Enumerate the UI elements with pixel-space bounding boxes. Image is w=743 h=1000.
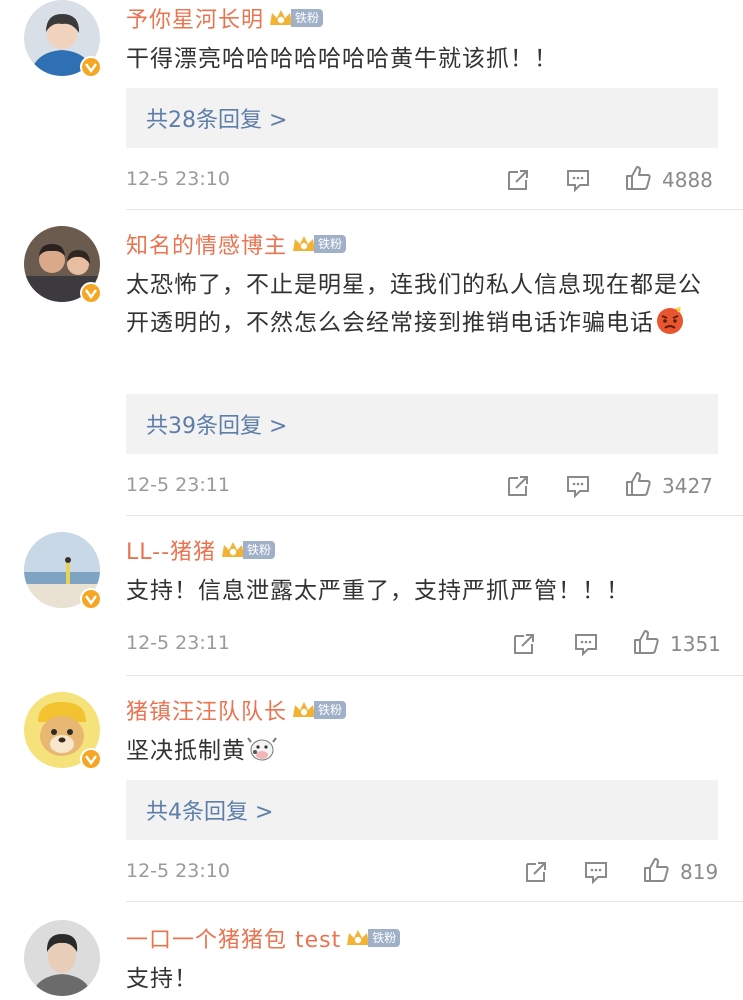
comment-icon — [567, 170, 589, 193]
comment-button[interactable] — [582, 858, 610, 886]
timestamp: 12-5 23:11 — [126, 632, 230, 654]
share-button[interactable] — [510, 630, 538, 658]
divider — [126, 901, 743, 902]
comment-text: 支持！ — [126, 966, 198, 992]
fan-badge-label: 铁粉 — [291, 9, 324, 27]
timestamp: 12-5 23:10 — [126, 168, 230, 190]
username[interactable]: LL--猪猪 — [126, 534, 216, 566]
fan-badge-label: 铁粉 — [243, 541, 276, 559]
comment-text: 支持！信息泄露太严重了，支持严抓严管！！！ — [126, 578, 630, 604]
username[interactable]: 猪镇汪汪队队长 — [126, 694, 287, 726]
like-count: 4888 — [662, 168, 713, 192]
fan-badge: 铁粉 — [268, 7, 324, 29]
view-replies-button[interactable]: 共39条回复 > — [126, 394, 718, 454]
share-button[interactable] — [504, 166, 532, 194]
timestamp: 12-5 23:10 — [126, 860, 230, 882]
verified-badge-icon — [80, 56, 102, 78]
comment-text-body: 坚决抵制黄 — [126, 738, 246, 764]
comment-icon — [575, 634, 597, 657]
like-count: 3427 — [662, 474, 713, 498]
like-count: 819 — [680, 860, 719, 884]
comment-icon — [585, 862, 607, 885]
fan-badge-label: 铁粉 — [368, 929, 401, 947]
thumbs-up-icon — [644, 858, 669, 882]
comment-text: 坚决抵制黄 — [126, 732, 716, 770]
share-icon — [508, 476, 528, 496]
verified-badge-icon — [80, 748, 102, 770]
thumbs-up-icon — [626, 166, 651, 190]
comment-text: 干得漂亮哈哈哈哈哈哈哈黄牛就该抓！！ — [126, 46, 558, 72]
cow-emoji-icon — [246, 732, 278, 764]
comment-button[interactable] — [564, 472, 592, 500]
share-icon — [526, 862, 546, 882]
divider — [126, 515, 743, 516]
username[interactable]: 予你星河长明 — [126, 2, 264, 34]
avatar[interactable] — [24, 920, 100, 996]
fan-badge: 铁粉 — [291, 233, 347, 255]
fan-badge-label: 铁粉 — [314, 701, 347, 719]
view-replies-button[interactable]: 共28条回复 > — [126, 88, 718, 148]
comment-button[interactable] — [572, 630, 600, 658]
like-button[interactable] — [642, 856, 670, 884]
comment-item: LL--猪猪 铁粉 支持！信息泄露太严重了，支持严抓严管！！！ 12-5 23:… — [0, 532, 743, 676]
verified-badge-icon — [80, 282, 102, 304]
comment-text: 太恐怖了，不止是明星，连我们的私人信息现在都是公开透明的，不然怎么会经常接到推销… — [126, 266, 716, 342]
like-count: 1351 — [670, 632, 721, 656]
comment-item: 知名的情感博主 铁粉 太恐怖了，不止是明星，连我们的私人信息现在都是公开透明的，… — [0, 226, 743, 516]
fan-badge: 铁粉 — [291, 699, 347, 721]
view-replies-button[interactable]: 共4条回复 > — [126, 780, 718, 840]
share-button[interactable] — [522, 858, 550, 886]
comment-button[interactable] — [564, 166, 592, 194]
share-button[interactable] — [504, 472, 532, 500]
username[interactable]: 一口一个猪猪包 test — [126, 922, 341, 954]
like-button[interactable] — [624, 164, 652, 192]
comment-item: 猪镇汪汪队队长 铁粉 坚决抵制黄 共4条回复 > 12-5 23:10 819 — [0, 692, 743, 902]
share-icon — [508, 170, 528, 190]
angry-face-emoji-icon — [654, 304, 686, 336]
thumbs-up-icon — [634, 630, 659, 654]
divider — [126, 209, 743, 210]
share-icon — [514, 634, 534, 654]
username[interactable]: 知名的情感博主 — [126, 228, 287, 260]
thumbs-up-icon — [626, 472, 651, 496]
fan-badge: 铁粉 — [345, 927, 401, 949]
avatar-young-man-icon — [24, 920, 100, 996]
comment-item: 一口一个猪猪包 test 铁粉 支持！ — [0, 920, 743, 1000]
fan-badge: 铁粉 — [220, 539, 276, 561]
verified-badge-icon — [80, 588, 102, 610]
comment-item: 予你星河长明 铁粉 干得漂亮哈哈哈哈哈哈哈黄牛就该抓！！ 共28条回复 > 12… — [0, 0, 743, 210]
comment-icon — [567, 476, 589, 499]
like-button[interactable] — [624, 470, 652, 498]
fan-badge-label: 铁粉 — [314, 235, 347, 253]
like-button[interactable] — [632, 628, 660, 656]
divider — [126, 675, 743, 676]
timestamp: 12-5 23:11 — [126, 474, 230, 496]
comment-text-body: 太恐怖了，不止是明星，连我们的私人信息现在都是公开透明的，不然怎么会经常接到推销… — [126, 272, 702, 336]
